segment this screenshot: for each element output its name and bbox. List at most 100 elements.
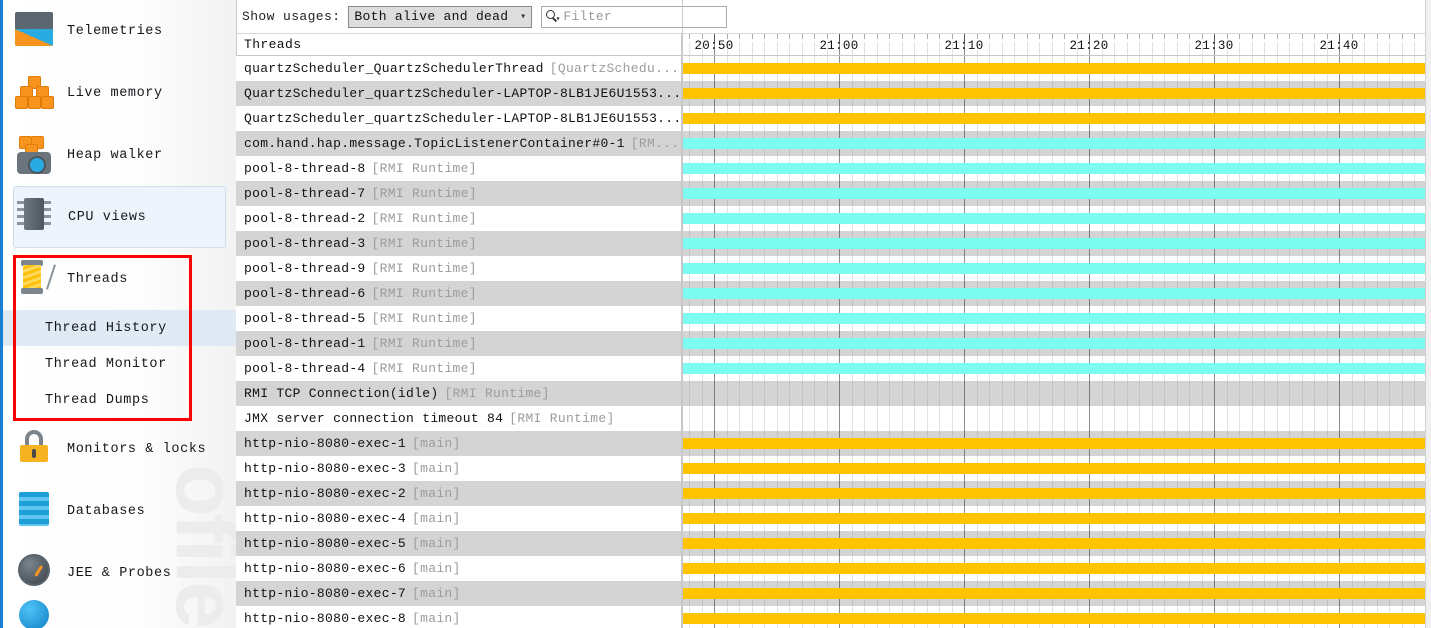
track-gridline	[1077, 406, 1078, 431]
thread-rows[interactable]: quartzScheduler_QuartzSchedulerThread [Qu…	[236, 56, 1431, 628]
thread-timeline-track[interactable]	[682, 556, 1431, 581]
thread-timeline-track[interactable]	[682, 106, 1431, 131]
thread-timeline-track[interactable]	[682, 256, 1431, 281]
thread-timeline-track[interactable]	[682, 581, 1431, 606]
table-row[interactable]: pool-8-thread-9 [RMI Runtime]	[236, 256, 1431, 281]
table-row[interactable]: quartzScheduler_QuartzSchedulerThread [Qu…	[236, 56, 1431, 81]
thread-state-bar[interactable]	[683, 188, 1431, 199]
thread-timeline-track[interactable]	[682, 231, 1431, 256]
thread-timeline-track[interactable]	[682, 81, 1431, 106]
thread-state-bar[interactable]	[683, 563, 1431, 574]
table-row[interactable]: pool-8-thread-1 [RMI Runtime]	[236, 331, 1431, 356]
table-row[interactable]: JMX server connection timeout 84 [RMI Run…	[236, 406, 1431, 431]
thread-timeline-track[interactable]	[682, 531, 1431, 556]
thread-state-bar[interactable]	[683, 338, 1431, 349]
filter-input[interactable]: ▾ Filter	[541, 5, 728, 28]
thread-timeline-track[interactable]	[682, 606, 1431, 628]
table-row[interactable]: http-nio-8080-exec-7 [main]	[236, 581, 1431, 606]
sidebar-item-monitors-and-locks[interactable]: Monitors & locks	[3, 418, 236, 480]
table-row[interactable]: QuartzScheduler_quartzScheduler-LAPTOP-8…	[236, 106, 1431, 131]
thread-state-bar[interactable]	[683, 613, 1431, 624]
table-row[interactable]: pool-8-thread-3 [RMI Runtime]	[236, 231, 1431, 256]
sidebar-item-overflow[interactable]	[3, 600, 236, 628]
table-row[interactable]: http-nio-8080-exec-4 [main]	[236, 506, 1431, 531]
table-row[interactable]: pool-8-thread-8 [RMI Runtime]	[236, 156, 1431, 181]
table-row[interactable]: pool-8-thread-2 [RMI Runtime]	[236, 206, 1431, 231]
thread-state-bar[interactable]	[683, 488, 1431, 499]
toolbar: Show usages: Both alive and dead ▾ ▾ Fil…	[236, 0, 1431, 34]
thread-timeline-track[interactable]	[682, 331, 1431, 356]
track-gridline	[1377, 406, 1378, 431]
table-row[interactable]: http-nio-8080-exec-2 [main]	[236, 481, 1431, 506]
table-row[interactable]: pool-8-thread-5 [RMI Runtime]	[236, 306, 1431, 331]
vertical-scrollbar[interactable]	[1425, 0, 1431, 628]
thread-timeline-track[interactable]	[682, 181, 1431, 206]
thread-state-bar[interactable]	[683, 238, 1431, 249]
sidebar-item-jee-and-probes[interactable]: JEE & Probes	[3, 542, 236, 604]
thread-state-bar[interactable]	[683, 438, 1431, 449]
thread-state-bar[interactable]	[683, 588, 1431, 599]
table-row[interactable]: http-nio-8080-exec-8 [main]	[236, 606, 1431, 628]
thread-state-bar[interactable]	[683, 463, 1431, 474]
table-row[interactable]: pool-8-thread-6 [RMI Runtime]	[236, 281, 1431, 306]
sidebar-subitem-thread-dumps[interactable]: Thread Dumps	[3, 382, 236, 418]
sidebar-item-label: Heap walker	[67, 147, 163, 163]
track-gridline	[952, 406, 953, 431]
sidebar-item-telemetries[interactable]: Telemetries	[3, 0, 236, 62]
thread-timeline-track[interactable]	[682, 381, 1431, 406]
table-row[interactable]: pool-8-thread-4 [RMI Runtime]	[236, 356, 1431, 381]
track-gridline	[914, 406, 915, 431]
thread-timeline-track[interactable]	[682, 131, 1431, 156]
column-splitter[interactable]	[682, 0, 683, 628]
thread-state-bar[interactable]	[683, 88, 1431, 99]
thread-state-bar[interactable]	[683, 538, 1431, 549]
track-gridline	[777, 406, 778, 431]
sidebar-item-live-memory[interactable]: Live memory	[3, 62, 236, 124]
thread-timeline-track[interactable]	[682, 156, 1431, 181]
track-gridline	[1227, 381, 1228, 406]
sidebar-subitem-thread-monitor[interactable]: Thread Monitor	[3, 346, 236, 382]
thread-timeline-track[interactable]	[682, 306, 1431, 331]
table-row[interactable]: RMI TCP Connection(idle) [RMI Runtime]	[236, 381, 1431, 406]
thread-state-bar[interactable]	[683, 288, 1431, 299]
thread-timeline-track[interactable]	[682, 506, 1431, 531]
thread-state-bar[interactable]	[683, 113, 1431, 124]
thread-timeline-track[interactable]	[682, 56, 1431, 81]
sidebar-subitem-thread-history[interactable]: Thread History	[3, 310, 236, 346]
sidebar-item-threads[interactable]: Threads	[3, 248, 236, 310]
show-usages-select[interactable]: Both alive and dead ▾	[348, 5, 533, 28]
sidebar-item-databases[interactable]: Databases	[3, 480, 236, 542]
thread-state-bar[interactable]	[683, 263, 1431, 274]
table-row[interactable]: pool-8-thread-7 [RMI Runtime]	[236, 181, 1431, 206]
thread-timeline-track[interactable]	[682, 406, 1431, 431]
sidebar-item-cpu-views[interactable]: CPU views	[13, 186, 226, 248]
sidebar-item-heap-walker[interactable]: Heap walker	[3, 124, 236, 186]
table-row[interactable]: com.hand.hap.message.TopicListenerContai…	[236, 131, 1431, 156]
table-row[interactable]: http-nio-8080-exec-1 [main]	[236, 431, 1431, 456]
ruler-minor-tick	[1189, 34, 1190, 39]
thread-timeline-track[interactable]	[682, 281, 1431, 306]
thread-state-bar[interactable]	[683, 163, 1431, 174]
thread-name: http-nio-8080-exec-3	[244, 461, 407, 476]
thread-timeline-track[interactable]	[682, 431, 1431, 456]
column-header-threads[interactable]: Threads	[236, 34, 682, 55]
thread-state-bar[interactable]	[683, 63, 1431, 74]
thread-timeline-track[interactable]	[682, 206, 1431, 231]
sidebar-item-label: CPU views	[68, 209, 147, 225]
thread-state-bar[interactable]	[683, 363, 1431, 374]
table-row[interactable]: http-nio-8080-exec-3 [main]	[236, 456, 1431, 481]
thread-state-bar[interactable]	[683, 313, 1431, 324]
thread-state-bar[interactable]	[683, 138, 1431, 149]
thread-timeline-track[interactable]	[682, 456, 1431, 481]
thread-timeline-track[interactable]	[682, 356, 1431, 381]
table-row[interactable]: QuartzScheduler_quartzScheduler-LAPTOP-8…	[236, 81, 1431, 106]
thread-timeline-track[interactable]	[682, 481, 1431, 506]
thread-state-bar[interactable]	[683, 513, 1431, 524]
table-row[interactable]: http-nio-8080-exec-5 [main]	[236, 531, 1431, 556]
sidebar-item-label: Databases	[67, 503, 146, 519]
thread-group: [main]	[412, 436, 461, 451]
thread-name-cell: pool-8-thread-9 [RMI Runtime]	[236, 256, 682, 281]
table-row[interactable]: http-nio-8080-exec-6 [main]	[236, 556, 1431, 581]
thread-group: [main]	[412, 561, 461, 576]
thread-state-bar[interactable]	[683, 213, 1431, 224]
